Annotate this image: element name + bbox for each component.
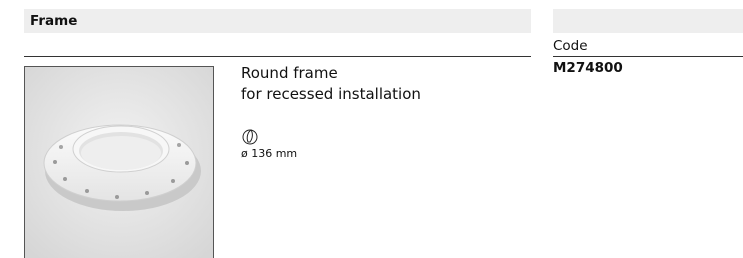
- product-code: M274800: [553, 60, 623, 76]
- product-description: Round frame for recessed installation: [241, 63, 421, 105]
- divider-right: [553, 56, 743, 57]
- divider-left: [24, 56, 531, 57]
- diameter-value: ø 136 mm: [241, 147, 298, 160]
- product-name-line1: Round frame: [241, 64, 338, 82]
- section-header-bar: Frame: [24, 9, 531, 33]
- code-column-header: Code: [553, 38, 588, 54]
- code-header-bar: [553, 9, 743, 33]
- round-frame-image: [25, 67, 213, 258]
- section-title: Frame: [30, 13, 78, 29]
- product-photo: [24, 66, 214, 258]
- product-name-line2: for recessed installation: [241, 85, 421, 103]
- hand-drawn-circle-icon: [242, 129, 258, 145]
